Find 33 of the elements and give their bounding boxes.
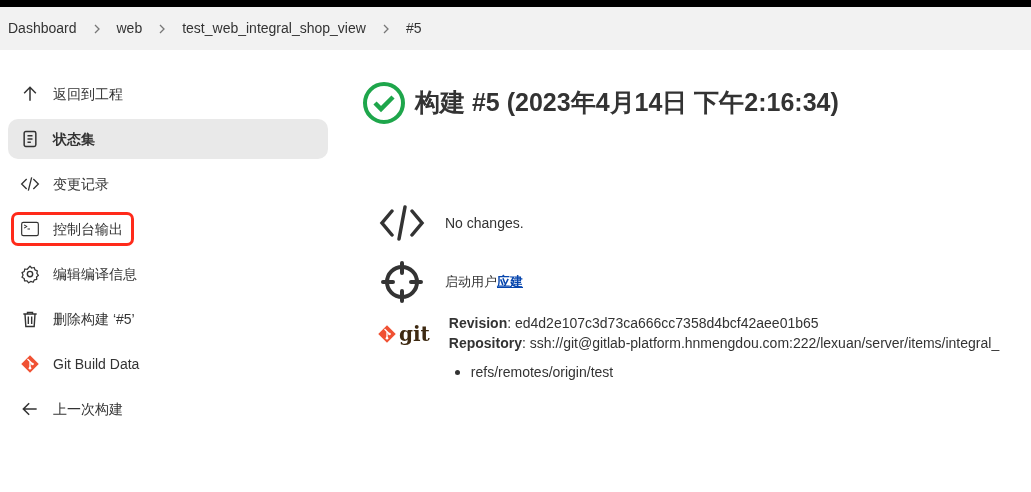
sidebar-item[interactable]: 返回到工程 bbox=[8, 74, 328, 114]
terminal-icon bbox=[20, 219, 40, 239]
breadcrumb-link[interactable]: test_web_integral_shop_view bbox=[182, 18, 366, 39]
document-icon bbox=[20, 129, 40, 149]
revision-text: Revision: ed4d2e107c3d73ca666cc7358d4bcf42aee01b65 bbox=[448, 314, 820, 333]
repository-text: Repository: ssh://git@gitlab-platform.hnmengdou.com:222/lexuan/server/items/integral_ bbox=[448, 334, 1000, 353]
git-diamond-icon bbox=[377, 324, 397, 344]
ref-text: refs/remotes/origin/test bbox=[470, 363, 614, 382]
sidebar-item[interactable]: 状态集 bbox=[8, 119, 328, 159]
sidebar-item[interactable]: 变更记录 bbox=[8, 164, 328, 204]
sidebar-item[interactable]: Git Build Data bbox=[8, 344, 328, 384]
bullet-icon bbox=[454, 369, 460, 375]
sidebar-item[interactable]: 删除构建 ‘#5’ bbox=[8, 299, 328, 339]
crosshair-icon bbox=[379, 261, 425, 303]
sidebar-item[interactable]: 控制台输出 bbox=[8, 209, 137, 249]
user-link[interactable]: 应建 bbox=[497, 274, 523, 290]
build-title: 构建 #5 (2023年4月14日 下午2:16:34) bbox=[415, 87, 839, 119]
git-diamond-icon bbox=[20, 354, 40, 374]
sidebar-item[interactable]: 上一次构建 bbox=[8, 389, 328, 429]
settings-icon bbox=[20, 264, 40, 284]
code-icon bbox=[20, 174, 40, 194]
changes-text: No changes. bbox=[445, 213, 524, 233]
git-logo-text: git bbox=[399, 324, 430, 344]
sidebar-item[interactable]: 编辑编译信息 bbox=[8, 254, 328, 294]
breadcrumb-link[interactable]: Dashboard bbox=[8, 18, 77, 39]
started-by-label: 启动用户 bbox=[445, 274, 497, 290]
breadcrumb-link[interactable]: web bbox=[116, 18, 143, 39]
breadcrumb-link[interactable]: #5 bbox=[405, 18, 422, 39]
chevron-icon bbox=[92, 22, 101, 35]
code-icon bbox=[379, 205, 425, 241]
chevron-icon bbox=[381, 22, 390, 35]
trash-icon bbox=[20, 309, 40, 329]
chevron-icon bbox=[158, 22, 167, 35]
